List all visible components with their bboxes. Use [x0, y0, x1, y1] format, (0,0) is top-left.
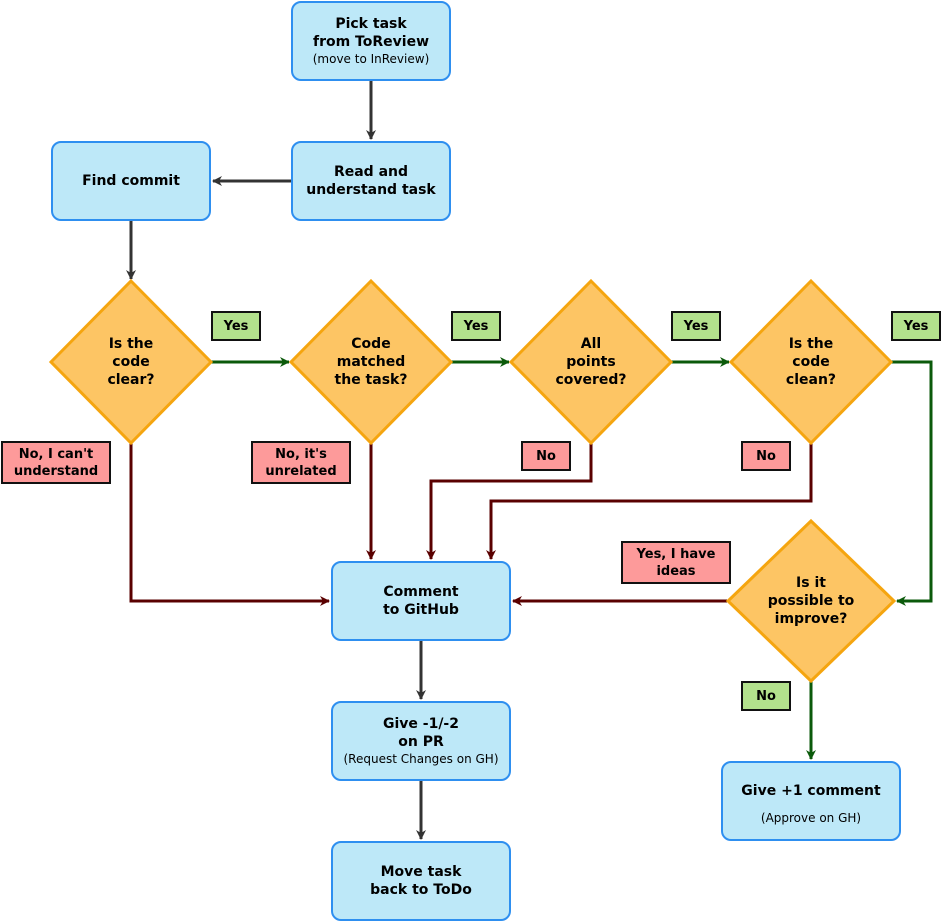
- node-comment-github[interactable]: Comment to GitHub: [331, 561, 511, 641]
- arrow-yes-clean-to-improve: [891, 360, 933, 606]
- node-move-back[interactable]: Move task back to ToDo: [331, 841, 511, 921]
- decision-possible-improve[interactable]: Is it possible to improve?: [751, 574, 871, 628]
- decision-points-covered[interactable]: All points covered?: [531, 335, 651, 389]
- label-yes-improve: Yes, I have ideas: [621, 541, 731, 584]
- node-move-back-title: Move task back to ToDo: [370, 864, 472, 898]
- label-yes-matched: Yes: [451, 311, 501, 341]
- node-give-minus-subtitle: (Request Changes on GH): [343, 752, 499, 766]
- decision-code-clear[interactable]: Is the code clear?: [71, 335, 191, 389]
- node-find-commit-title: Find commit: [82, 173, 180, 189]
- node-give-plus[interactable]: Give +1 comment (Approve on GH): [721, 761, 901, 841]
- decision-code-clean[interactable]: Is the code clean?: [751, 335, 871, 389]
- label-no-improve: No: [741, 681, 791, 711]
- node-find-commit[interactable]: Find commit: [51, 141, 211, 221]
- node-read-task-title: Read and understand task: [306, 164, 436, 198]
- node-give-minus-title: Give -1/-2 on PR: [382, 716, 459, 750]
- node-give-minus[interactable]: Give -1/-2 on PR (Request Changes on GH): [331, 701, 511, 781]
- node-pick-task[interactable]: Pick task from ToReview (move to InRevie…: [291, 1, 451, 81]
- node-give-plus-subtitle: (Approve on GH): [760, 811, 862, 825]
- label-yes-clean: Yes: [891, 311, 941, 341]
- label-no-clean: No: [741, 441, 791, 471]
- decision-code-matched[interactable]: Code matched the task?: [311, 335, 431, 389]
- label-yes-covered: Yes: [671, 311, 721, 341]
- node-comment-github-title: Comment to GitHub: [383, 584, 459, 618]
- label-no-clear: No, I can't understand: [1, 441, 111, 484]
- node-read-task[interactable]: Read and understand task: [291, 141, 451, 221]
- node-pick-task-title: Pick task from ToReview: [312, 16, 429, 50]
- label-no-covered: No: [521, 441, 571, 471]
- label-yes-clear: Yes: [211, 311, 261, 341]
- label-no-matched: No, it's unrelated: [251, 441, 351, 484]
- node-pick-task-subtitle: (move to InReview): [312, 52, 430, 66]
- node-give-plus-title: Give +1 comment: [741, 783, 881, 799]
